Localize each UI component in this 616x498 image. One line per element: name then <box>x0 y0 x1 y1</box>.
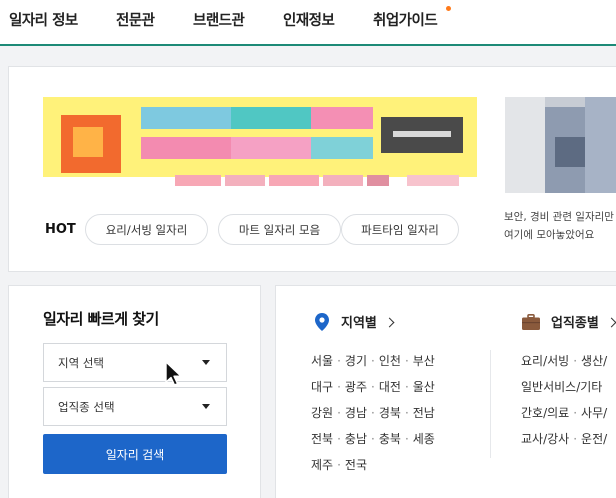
industry-link[interactable]: 일반서비스/기타 <box>521 380 602 394</box>
nav-item-jobs[interactable]: 일자리 정보 <box>9 9 78 30</box>
region-row-2: 대구 · 광주 · 대전 · 울산 <box>311 380 435 394</box>
industry-link[interactable]: 운전/ <box>581 432 607 446</box>
region-select[interactable]: 지역 선택 <box>43 343 227 382</box>
caret-down-icon <box>202 404 210 409</box>
region-heading[interactable]: 지역별 <box>315 312 395 331</box>
nav-item-specialty[interactable]: 전문관 <box>116 9 155 30</box>
region-link[interactable]: 세종 <box>413 432 435 446</box>
location-pin-icon <box>315 312 329 331</box>
category-card: 지역별 서울 · 경기 · 인천 · 부산 대구 · 광주 · 대전 · 울산 강원 · 경남 · 경북 · 전남 … <box>275 285 616 498</box>
side-banner-line-2: 여기에 모아놓았어요 <box>504 229 595 241</box>
quick-search-title: 일자리 빠르게 찾기 <box>43 310 159 328</box>
industry-row-3: 간호/의료 · 사무/ <box>521 406 608 420</box>
chip-cooking-serving[interactable]: 요리/서빙 일자리 <box>85 214 208 245</box>
region-link[interactable]: 경남 <box>345 406 367 420</box>
region-link[interactable]: 서울 <box>311 354 333 368</box>
top-nav: 일자리 정보 전문관 브랜드관 인재정보 취업가이드 <box>0 0 616 46</box>
industry-link[interactable]: 간호/의료 <box>521 406 569 420</box>
region-link[interactable]: 전국 <box>345 458 367 472</box>
region-row-1: 서울 · 경기 · 인천 · 부산 <box>311 354 435 368</box>
nav-item-career-guide[interactable]: 취업가이드 <box>373 9 438 30</box>
region-link[interactable]: 경기 <box>345 354 367 368</box>
industry-select-value: 업직종 선택 <box>58 399 115 414</box>
nav-item-talent[interactable]: 인재정보 <box>283 9 335 30</box>
job-search-button[interactable]: 일자리 검색 <box>43 434 227 474</box>
side-banner-text[interactable]: 보안, 경비 관련 일자리만 여기에 모아놓았어요 <box>504 208 616 244</box>
industry-row-4: 교사/강사 · 운전/ <box>521 432 608 446</box>
region-link[interactable]: 광주 <box>345 380 367 394</box>
nav-item-brand[interactable]: 브랜드관 <box>193 9 245 30</box>
industry-link[interactable]: 생산/ <box>581 354 607 368</box>
region-row-5: 제주 · 전국 <box>311 458 368 472</box>
side-banner-image[interactable] <box>505 97 616 193</box>
industry-row-2: 일반서비스/기타 <box>521 378 602 395</box>
mouse-cursor-icon <box>165 361 182 386</box>
region-link[interactable]: 충북 <box>379 432 401 446</box>
new-badge-dot <box>446 6 451 11</box>
industry-heading-label: 업직종별 <box>551 316 599 331</box>
industry-row-1: 요리/서빙 · 생산/ <box>521 354 608 368</box>
region-link[interactable]: 전남 <box>413 406 435 420</box>
column-divider <box>490 350 491 458</box>
region-link[interactable]: 강원 <box>311 406 333 420</box>
region-row-3: 강원 · 경남 · 경북 · 전남 <box>311 406 435 420</box>
region-link[interactable]: 인천 <box>379 354 401 368</box>
quick-search-card: 일자리 빠르게 찾기 지역 선택 업직종 선택 일자리 검색 <box>8 285 261 498</box>
region-link[interactable]: 경북 <box>379 406 401 420</box>
hot-label: HOT <box>45 222 76 237</box>
region-link[interactable]: 울산 <box>413 380 435 394</box>
banner-card: HOT 요리/서빙 일자리 마트 일자리 모음 파트타임 일자리 보안, 경비 … <box>8 66 616 272</box>
chevron-right-icon <box>384 317 395 327</box>
region-select-value: 지역 선택 <box>58 355 104 370</box>
industry-link[interactable]: 교사/강사 <box>521 432 569 446</box>
industry-heading[interactable]: 업직종별 <box>522 312 616 331</box>
industry-link[interactable]: 요리/서빙 <box>521 354 569 368</box>
chip-part-time[interactable]: 파트타임 일자리 <box>341 214 459 245</box>
side-banner-line-1: 보안, 경비 관련 일자리만 <box>504 211 614 223</box>
chip-mart-jobs[interactable]: 마트 일자리 모음 <box>218 214 341 245</box>
region-link[interactable]: 부산 <box>413 354 435 368</box>
region-link[interactable]: 제주 <box>311 458 333 472</box>
region-link[interactable]: 대구 <box>311 380 333 394</box>
region-link[interactable]: 충남 <box>345 432 367 446</box>
region-link[interactable]: 전북 <box>311 432 333 446</box>
caret-down-icon <box>202 360 210 365</box>
briefcase-icon <box>522 313 540 330</box>
industry-link[interactable]: 사무/ <box>581 406 607 420</box>
chevron-right-icon <box>606 317 616 327</box>
region-row-4: 전북 · 충남 · 충북 · 세종 <box>311 432 435 446</box>
region-heading-label: 지역별 <box>341 316 377 331</box>
region-link[interactable]: 대전 <box>379 380 401 394</box>
industry-select[interactable]: 업직종 선택 <box>43 387 227 426</box>
